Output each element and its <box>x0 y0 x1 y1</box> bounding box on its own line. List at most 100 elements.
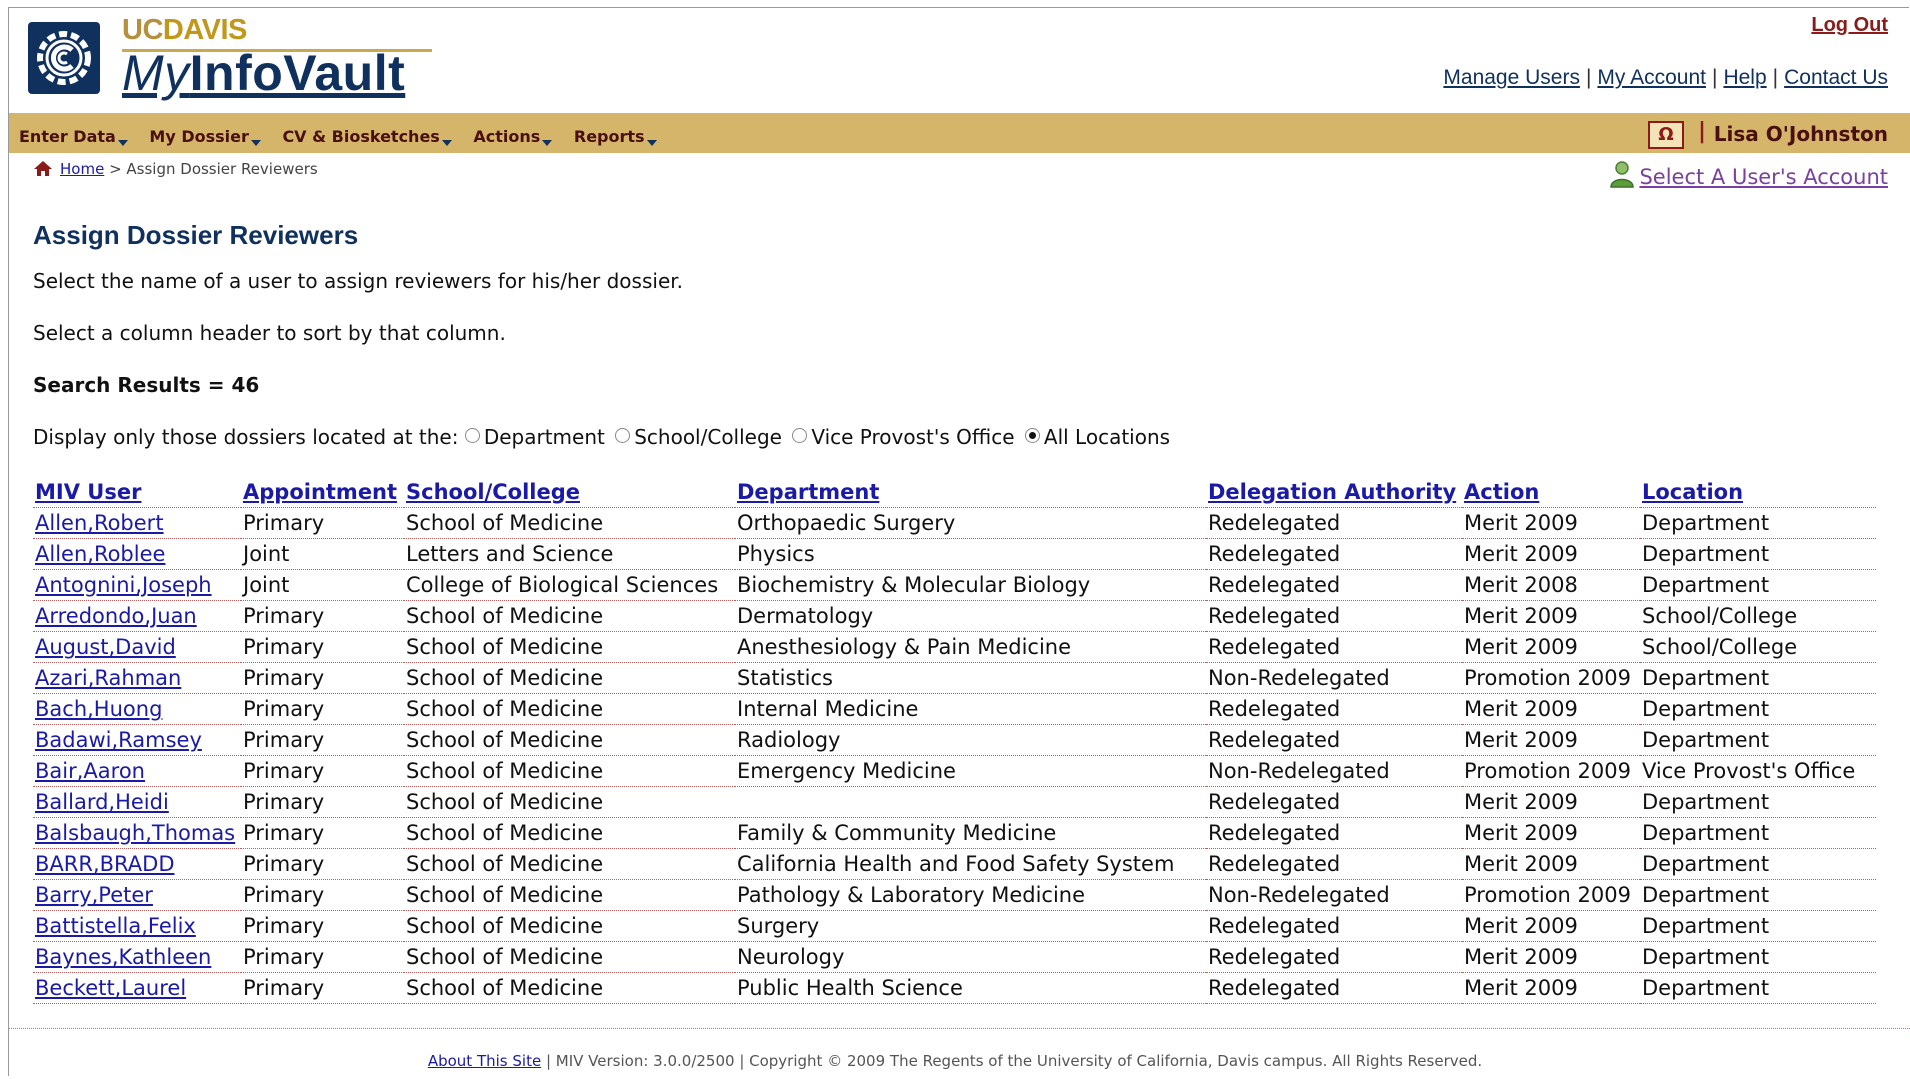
brand-myinfovault[interactable]: MyInfoVault <box>122 44 405 102</box>
table-cell: Merit 2009 <box>1462 786 1640 818</box>
select-account-link[interactable]: Select A User's Account <box>1639 165 1888 189</box>
column-header[interactable]: School/College <box>404 476 735 508</box>
table-cell: Letters and Science <box>404 538 735 570</box>
table-cell: Department <box>1640 538 1876 570</box>
nav-cv-biosketches[interactable]: CV & Biosketches <box>282 127 452 146</box>
table-cell[interactable]: Bach,Huong <box>33 693 241 725</box>
table-cell: Primary <box>241 724 404 756</box>
logout-link[interactable]: Log Out <box>1811 14 1888 37</box>
table-cell: Redelegated <box>1206 538 1462 570</box>
table-cell[interactable]: Beckett,Laurel <box>33 972 241 1004</box>
table-cell: Pathology & Laboratory Medicine <box>735 879 1206 911</box>
manage-users-link[interactable]: Manage Users <box>1443 66 1580 89</box>
user-name-link[interactable]: Bair,Aaron <box>35 759 145 783</box>
table-cell: School of Medicine <box>404 972 735 1004</box>
table-header-row: MIV User Appointment School/College Depa… <box>33 476 1876 508</box>
user-name-link[interactable]: Battistella,Felix <box>35 914 196 938</box>
filter-option-vice-provost[interactable]: Vice Provost's Office <box>792 425 1015 449</box>
table-cell[interactable]: BARR,BRADD <box>33 848 241 880</box>
user-name-link[interactable]: BARR,BRADD <box>35 852 174 876</box>
table-cell: Primary <box>241 507 404 539</box>
user-name-link[interactable]: Baynes,Kathleen <box>35 945 211 969</box>
table-row: Barry,Peter Primary School of Medicine Path… <box>33 879 1876 911</box>
special-characters-button[interactable]: Ω <box>1648 121 1684 149</box>
radio-button-icon[interactable] <box>1024 428 1040 443</box>
user-name-link[interactable]: Allen,Roblee <box>35 542 165 566</box>
column-header[interactable]: Appointment <box>241 476 404 508</box>
filter-option-department[interactable]: Department <box>464 425 605 449</box>
filter-option-all-locations[interactable]: All Locations <box>1024 425 1170 449</box>
table-cell[interactable]: Balsbaugh,Thomas <box>33 817 241 849</box>
user-name-link[interactable]: Barry,Peter <box>35 883 153 907</box>
brand-ucdavis: UCDAVIS <box>122 14 247 46</box>
filter-option-school-college[interactable]: School/College <box>615 425 782 449</box>
table-cell[interactable]: Antognini,Joseph <box>33 569 241 601</box>
table-cell: Merit 2009 <box>1462 817 1640 849</box>
radio-button-icon[interactable] <box>464 428 480 443</box>
user-name-link[interactable]: Arredondo,Juan <box>35 604 197 628</box>
radio-button-icon[interactable] <box>792 428 808 443</box>
table-cell: Department <box>1640 786 1876 818</box>
column-header[interactable]: Action <box>1462 476 1640 508</box>
uc-davis-logo-icon[interactable] <box>28 22 100 94</box>
table-cell[interactable]: Allen,Robert <box>33 507 241 539</box>
table-cell: School of Medicine <box>404 786 735 818</box>
table-cell: School of Medicine <box>404 910 735 942</box>
table-cell: Primary <box>241 600 404 632</box>
table-cell: Physics <box>735 538 1206 570</box>
user-name-link[interactable]: August,David <box>35 635 176 659</box>
current-user-name: Lisa O'Johnston <box>1713 122 1888 146</box>
nav-enter-data[interactable]: Enter Data <box>19 127 128 146</box>
table-cell: Primary <box>241 848 404 880</box>
my-account-link[interactable]: My Account <box>1597 66 1706 89</box>
user-name-link[interactable]: Balsbaugh,Thomas <box>35 821 235 845</box>
table-cell: Redelegated <box>1206 507 1462 539</box>
table-cell[interactable]: Ballard,Heidi <box>33 786 241 818</box>
footer-divider <box>9 1028 1910 1029</box>
radio-button-icon[interactable] <box>615 428 631 443</box>
table-cell[interactable]: Arredondo,Juan <box>33 600 241 632</box>
top-links: Manage Users | My Account | Help | Contact Us <box>1443 66 1888 89</box>
user-name-link[interactable]: Beckett,Laurel <box>35 976 186 1000</box>
table-cell[interactable]: Barry,Peter <box>33 879 241 911</box>
column-header[interactable]: MIV User <box>33 476 241 508</box>
select-user-account[interactable]: Select A User's Account <box>1609 160 1888 189</box>
table-cell[interactable]: August,David <box>33 631 241 663</box>
table-cell[interactable]: Baynes,Kathleen <box>33 941 241 973</box>
sort-instruction-text: Select a column header to sort by that c… <box>33 321 506 345</box>
table-cell: Department <box>1640 817 1876 849</box>
page-title: Assign Dossier Reviewers <box>33 220 359 250</box>
table-cell: Biochemistry & Molecular Biology <box>735 569 1206 601</box>
user-name-link[interactable]: Antognini,Joseph <box>35 573 212 597</box>
table-cell[interactable]: Bair,Aaron <box>33 755 241 787</box>
user-name-link[interactable]: Ballard,Heidi <box>35 790 169 814</box>
column-header[interactable]: Location <box>1640 476 1876 508</box>
breadcrumb-current: > Assign Dossier Reviewers <box>109 160 318 178</box>
table-cell: Dermatology <box>735 600 1206 632</box>
table-cell[interactable]: Azari,Rahman <box>33 662 241 694</box>
help-link[interactable]: Help <box>1723 66 1766 89</box>
table-row: August,David Primary School of Medicine Ane… <box>33 631 1876 663</box>
table-cell[interactable]: Battistella,Felix <box>33 910 241 942</box>
table-cell: Primary <box>241 879 404 911</box>
nav-my-dossier[interactable]: My Dossier <box>149 127 261 146</box>
table-cell: School of Medicine <box>404 662 735 694</box>
column-header[interactable]: Delegation Authority <box>1206 476 1462 508</box>
user-name-link[interactable]: Allen,Robert <box>35 511 164 535</box>
table-cell: Promotion 2009 <box>1462 662 1640 694</box>
user-name-link[interactable]: Azari,Rahman <box>35 666 181 690</box>
breadcrumb-home-link[interactable]: Home <box>60 160 104 178</box>
column-header[interactable]: Department <box>735 476 1206 508</box>
table-cell[interactable]: Badawi,Ramsey <box>33 724 241 756</box>
nav-actions[interactable]: Actions <box>473 127 553 146</box>
about-site-link[interactable]: About This Site <box>428 1052 541 1070</box>
dossier-users-table: MIV User Appointment School/College Depa… <box>33 476 1876 1004</box>
table-cell: Primary <box>241 662 404 694</box>
user-name-link[interactable]: Bach,Huong <box>35 697 162 721</box>
nav-reports[interactable]: Reports <box>574 127 657 146</box>
dropdown-arrow-icon <box>250 140 261 146</box>
table-cell: Department <box>1640 941 1876 973</box>
user-name-link[interactable]: Badawi,Ramsey <box>35 728 202 752</box>
table-cell[interactable]: Allen,Roblee <box>33 538 241 570</box>
contact-us-link[interactable]: Contact Us <box>1784 66 1888 89</box>
